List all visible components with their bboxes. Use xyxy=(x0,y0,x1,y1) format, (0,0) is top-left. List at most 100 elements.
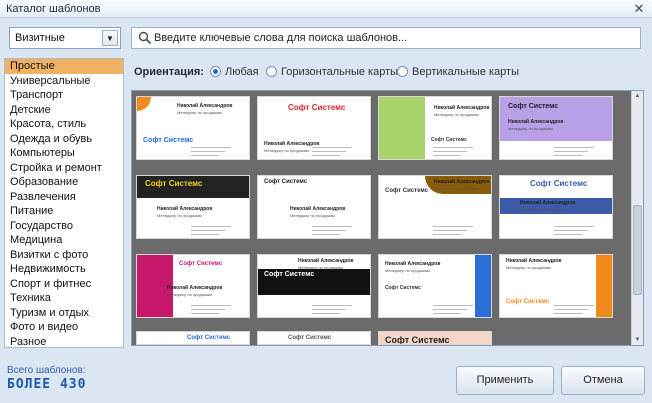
card-text-line xyxy=(433,309,467,310)
template-card[interactable]: Софт Системс Николай АлександровМенеджер … xyxy=(499,254,613,318)
card-company-name: Софт Системс xyxy=(143,137,194,144)
template-card[interactable]: Софт СистемсНиколай АлександровМенеджер … xyxy=(257,96,371,160)
card-position: Менеджер по продажам xyxy=(264,148,309,153)
search-input[interactable] xyxy=(154,30,634,46)
card-text-line xyxy=(554,234,582,235)
card-text-line xyxy=(554,226,594,227)
radio-dot xyxy=(397,66,408,77)
card-text-line xyxy=(433,305,473,306)
total-templates-count: БОЛЕЕ 430 xyxy=(7,377,87,392)
category-item[interactable]: Универсальные xyxy=(5,74,123,89)
card-text-line xyxy=(312,234,340,235)
category-item[interactable]: Детские xyxy=(5,103,123,118)
category-item[interactable]: Государство xyxy=(5,219,123,234)
template-card[interactable]: Софт СистемсНиколай АлександровМенеджер … xyxy=(257,254,371,318)
card-person-name: Николай Александров xyxy=(520,200,576,206)
card-text-line xyxy=(433,147,473,148)
category-item[interactable]: Компьютеры xyxy=(5,146,123,161)
total-templates-label: Всего шаблонов: xyxy=(7,365,86,376)
cancel-button[interactable]: Отмена xyxy=(561,366,645,395)
category-item[interactable]: Туризм и отдых xyxy=(5,306,123,321)
card-decoration xyxy=(137,97,151,111)
card-position: Менеджер по продажам xyxy=(385,268,430,273)
card-text-line xyxy=(554,309,588,310)
card-person-name: Николай Александров xyxy=(434,179,490,185)
card-position: Менеджер по продажам xyxy=(167,292,212,297)
orientation-label: Ориентация: xyxy=(134,66,204,78)
category-item[interactable]: Одежда и обувь xyxy=(5,132,123,147)
card-company-name: Софт Системс xyxy=(288,103,346,112)
card-text-line xyxy=(312,147,352,148)
scrollbar-thumb[interactable] xyxy=(633,205,642,295)
template-card[interactable]: Софт СистемсНиколай АлександровМенеджер … xyxy=(378,331,492,345)
template-card[interactable]: Софт СистемсНиколай АлександровМенеджер … xyxy=(378,175,492,239)
card-text-line xyxy=(191,309,225,310)
category-item[interactable]: Визитки с фото xyxy=(5,248,123,263)
search-box[interactable] xyxy=(131,27,641,49)
category-item[interactable]: Развлечения xyxy=(5,190,123,205)
orientation-horizontal-label: Горизонтальные карты xyxy=(281,66,399,78)
category-type-dropdown[interactable]: Визитные ▼ xyxy=(9,27,121,49)
card-text-line xyxy=(433,234,461,235)
category-item[interactable]: Техника xyxy=(5,291,123,306)
card-text-line xyxy=(191,147,231,148)
title-bar: Каталог шаблонов ✕ xyxy=(0,0,652,18)
card-company-name: Софт Системс xyxy=(530,179,588,188)
template-card[interactable]: Софт СистемсНиколай АлександровМенеджер … xyxy=(136,331,250,345)
chevron-down-icon[interactable]: ▼ xyxy=(102,30,118,46)
card-text-line xyxy=(433,313,461,314)
card-text-line xyxy=(191,226,231,227)
card-company-name: Софт Системс xyxy=(506,299,550,305)
category-item[interactable]: Транспорт xyxy=(5,88,123,103)
card-position: Менеджер по продажам xyxy=(506,265,551,270)
template-card[interactable]: Софт СистемсНиколай АлександровМенеджер … xyxy=(378,254,492,318)
card-person-name: Николай Александров xyxy=(434,105,490,111)
template-card[interactable]: Софт СистемсНиколай АлександровМенеджер … xyxy=(378,96,492,160)
close-icon[interactable]: ✕ xyxy=(632,2,646,16)
card-position: Менеджер по продажам xyxy=(508,126,553,131)
scroll-up-icon[interactable]: ▲ xyxy=(633,93,642,99)
category-item[interactable]: Фото и видео xyxy=(5,320,123,335)
card-text-line xyxy=(191,155,219,156)
apply-button[interactable]: Применить xyxy=(456,366,554,395)
card-person-name: Николай Александров xyxy=(177,103,233,109)
category-item[interactable]: Спорт и фитнес xyxy=(5,277,123,292)
card-text-line xyxy=(312,313,340,314)
orientation-vertical-label: Вертикальные карты xyxy=(412,66,519,78)
category-list: Простые Универсальные Транспорт Детские Крас… xyxy=(4,58,124,348)
card-person-name: Николай Александров xyxy=(506,258,562,264)
card-position: Менеджер по продажам xyxy=(157,213,202,218)
card-company-name: Софт Системс xyxy=(264,179,308,185)
card-person-name: Николай Александров xyxy=(508,119,564,125)
template-card[interactable]: Софт Системс Николай АлександровМенеджер … xyxy=(499,175,613,239)
card-person-name: Николай Александров xyxy=(298,258,354,264)
template-card[interactable]: Софт СистемсНиколай АлександровМенеджер … xyxy=(499,96,613,160)
card-position: Менеджер по продажам xyxy=(520,207,565,212)
template-card[interactable]: Софт СистемсНиколай АлександровМенеджер … xyxy=(257,175,371,239)
category-item[interactable]: Питание xyxy=(5,204,123,219)
card-company-name: Софт Системс xyxy=(187,335,231,341)
category-item[interactable]: Образование xyxy=(5,175,123,190)
radio-dot xyxy=(210,66,221,77)
card-text-line xyxy=(433,155,461,156)
category-item[interactable]: Разное xyxy=(5,335,123,348)
card-company-name: Софт Системс xyxy=(385,285,421,291)
category-item[interactable]: Простые xyxy=(5,59,123,74)
category-item[interactable]: Медицина xyxy=(5,233,123,248)
scroll-down-icon[interactable]: ▼ xyxy=(633,337,642,343)
grid-scrollbar[interactable]: ▲ ▼ xyxy=(631,91,643,345)
card-company-name: Софт Системс xyxy=(145,179,203,188)
category-item[interactable]: Красота, стиль xyxy=(5,117,123,132)
card-company-name: Софт Системс xyxy=(385,188,429,194)
card-company-name: Софт Системс xyxy=(179,261,223,267)
category-item[interactable]: Недвижимость xyxy=(5,262,123,277)
template-card[interactable]: Софт Системс Николай АлександровМенеджер … xyxy=(136,96,250,160)
category-item[interactable]: Стройка и ремонт xyxy=(5,161,123,176)
template-card[interactable]: Софт СистемсНиколай АлександровМенеджер … xyxy=(136,254,250,318)
card-position: Менеджер по продажам xyxy=(177,110,222,115)
card-text-line xyxy=(554,230,588,231)
card-company-name: Софт Системс xyxy=(264,271,315,278)
template-card[interactable]: Софт СистемсНиколай АлександровМенеджер … xyxy=(257,331,371,345)
search-icon xyxy=(138,31,152,45)
template-card[interactable]: Софт СистемсНиколай АлександровМенеджер … xyxy=(136,175,250,239)
